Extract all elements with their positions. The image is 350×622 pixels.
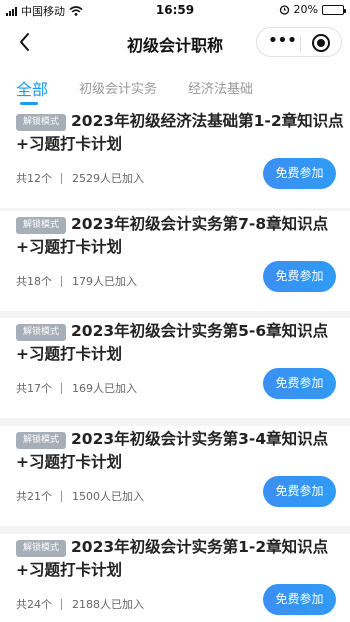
free-join-button[interactable]: 免费参加 (263, 368, 336, 399)
battery-icon (322, 4, 346, 15)
status-bar: 中国移动 16:59 20% (0, 0, 350, 20)
unlock-mode-badge: 解锁模式 (16, 432, 66, 449)
card-meta: 共21个 1500人已加入 (16, 488, 144, 504)
list-item[interactable]: 解锁模式 2023年初级会计实务第3-4章知识点 +习题打卡计划 共21个 15… (0, 426, 350, 526)
joined-count: 179人已加入 (72, 275, 137, 288)
joined-count: 1500人已加入 (72, 490, 144, 503)
list-item[interactable]: 解锁模式 2023年初级会计实务第1-2章知识点 +习题打卡计划 共24个 21… (0, 534, 350, 622)
card-title-line2: +习题打卡计划 (16, 135, 122, 153)
card-title-line1: 2023年初级会计实务第5-6章知识点 (71, 322, 329, 340)
unlock-mode-badge: 解锁模式 (16, 114, 66, 131)
list-item[interactable]: 解锁模式 2023年初级会计实务第7-8章知识点 +习题打卡计划 共18个 17… (0, 211, 350, 311)
card-title-line2: +习题打卡计划 (16, 453, 122, 471)
free-join-button[interactable]: 免费参加 (263, 584, 336, 615)
item-count: 共17个 (16, 382, 52, 395)
alarm-icon (279, 5, 289, 15)
card-meta: 共17个 169人已加入 (16, 380, 137, 396)
status-right: 20% (279, 3, 346, 16)
item-count: 共18个 (16, 275, 52, 288)
free-join-button[interactable]: 免费参加 (263, 158, 336, 189)
card-title-line2: +习题打卡计划 (16, 345, 122, 363)
meta-divider (61, 382, 62, 394)
meta-divider (61, 598, 62, 610)
free-join-button[interactable]: 免费参加 (263, 476, 336, 507)
unlock-mode-badge: 解锁模式 (16, 324, 66, 341)
item-count: 共12个 (16, 172, 52, 185)
card-meta: 共24个 2188人已加入 (16, 596, 144, 612)
joined-count: 2529人已加入 (72, 172, 144, 185)
capsule-divider (300, 35, 301, 51)
card-meta: 共18个 179人已加入 (16, 273, 137, 289)
free-join-button[interactable]: 免费参加 (263, 261, 336, 292)
card-meta: 共12个 2529人已加入 (16, 170, 144, 186)
unlock-mode-badge: 解锁模式 (16, 217, 66, 234)
unlock-mode-badge: 解锁模式 (16, 540, 66, 557)
category-tabs: 全部 初级会计实务 经济法基础 (0, 64, 350, 108)
battery-percent: 20% (293, 3, 318, 16)
card-title-line1: 2023年初级会计实务第1-2章知识点 (71, 538, 329, 556)
item-count: 共21个 (16, 490, 52, 503)
tab-all[interactable]: 全部 (16, 76, 48, 100)
target-circle-icon[interactable] (312, 34, 330, 52)
item-count: 共24个 (16, 598, 52, 611)
joined-count: 2188人已加入 (72, 598, 144, 611)
card-title-line2: +习题打卡计划 (16, 561, 122, 579)
card-title-line2: +习题打卡计划 (16, 238, 122, 256)
list-item[interactable]: 解锁模式 2023年初级经济法基础第1-2章知识点 +习题打卡计划 共12个 2… (0, 108, 350, 208)
mini-program-capsule: ••• (256, 27, 342, 57)
tab-accounting-practice[interactable]: 初级会计实务 (79, 78, 157, 97)
card-title-line1: 2023年初级会计实务第7-8章知识点 (71, 215, 329, 233)
nav-bar: 初级会计职称 ••• (0, 20, 350, 64)
meta-divider (61, 490, 62, 502)
joined-count: 169人已加入 (72, 382, 137, 395)
tab-economic-law[interactable]: 经济法基础 (188, 78, 253, 97)
list-item[interactable]: 解锁模式 2023年初级会计实务第5-6章知识点 +习题打卡计划 共17个 16… (0, 318, 350, 418)
meta-divider (61, 172, 62, 184)
active-tab-indicator (20, 102, 38, 105)
card-title-line1: 2023年初级经济法基础第1-2章知识点 (71, 112, 344, 130)
meta-divider (61, 275, 62, 287)
card-title-line1: 2023年初级会计实务第3-4章知识点 (71, 430, 329, 448)
more-dots-icon[interactable]: ••• (267, 32, 298, 52)
